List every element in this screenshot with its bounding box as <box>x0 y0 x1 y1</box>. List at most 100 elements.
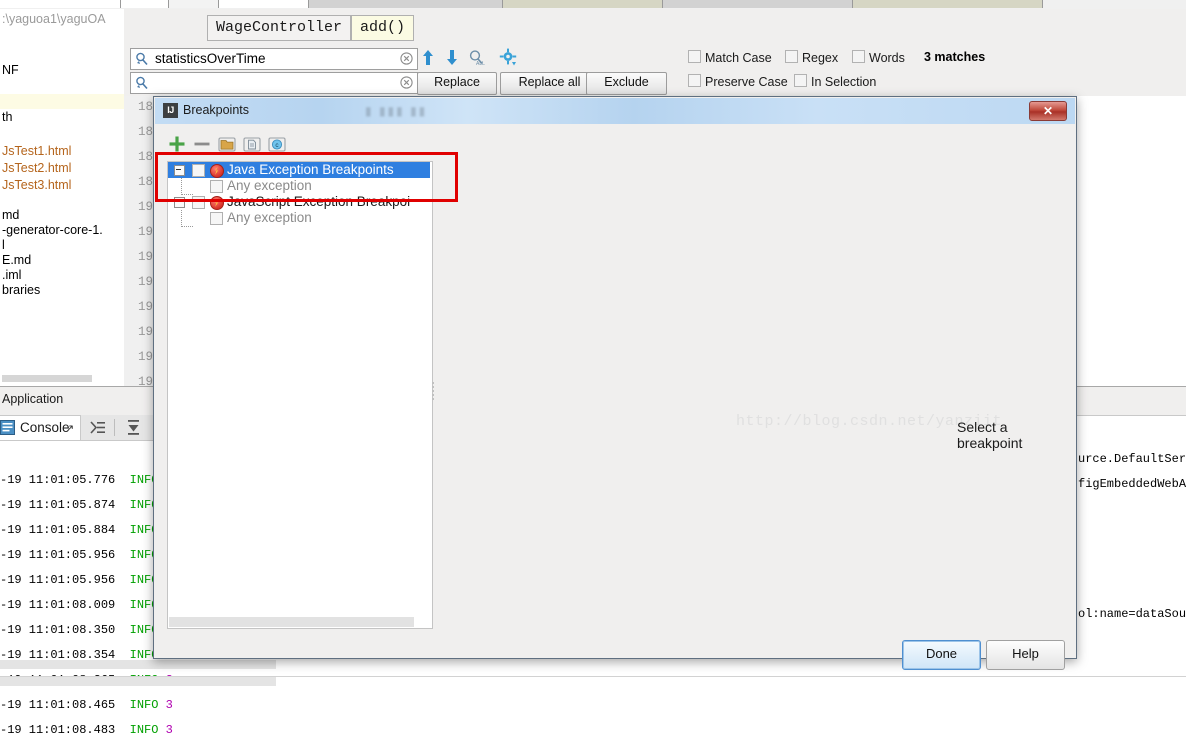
pin-tab-icon[interactable]: ↗ <box>65 422 74 435</box>
find-previous-icon[interactable] <box>420 49 436 66</box>
class-icon[interactable]: c <box>267 134 287 154</box>
expand-toggle-icon[interactable] <box>174 165 185 176</box>
in-selection-label: In Selection <box>811 75 877 89</box>
find-all-icon[interactable]: ALL <box>468 49 485 66</box>
match-count-label: 3 matches <box>924 50 986 64</box>
line-number: 19 <box>137 325 153 339</box>
console-line: -19 11:01:05.884 INFO 3 <box>0 523 173 537</box>
find-next-icon[interactable] <box>444 49 460 66</box>
clear-search-icon[interactable] <box>400 52 413 65</box>
replace-button[interactable]: Replace <box>417 72 497 95</box>
preserve-case-checkbox[interactable]: Preserve Case <box>688 74 788 90</box>
project-item[interactable]: :\yaguoa1\yaguOA <box>0 11 106 28</box>
words-checkbox[interactable]: Words <box>852 50 905 66</box>
console-line: -19 11:01:05.874 INFO 3 <box>0 498 173 512</box>
breakpoints-dialog: IJ Breakpoints ▮ ▮▮▮ ▮▮ ✕ c Java Excepti… <box>153 96 1077 670</box>
editor-tab[interactable] <box>308 0 504 8</box>
plus-icon[interactable] <box>167 134 187 154</box>
dialog-title: Breakpoints <box>183 103 250 117</box>
minus-icon[interactable] <box>192 134 212 154</box>
tree-item-label: Any exception <box>227 178 312 193</box>
tree-item-checkbox[interactable] <box>192 196 205 209</box>
project-tool-window[interactable]: :\yaguoa1\yaguOA NF th JsTest1.html JsTe… <box>0 9 125 386</box>
soft-wrap-icon[interactable] <box>89 419 106 436</box>
breakpoint-detail-pane: http://blog.csdn.net/yanziit Select a br… <box>431 161 1063 627</box>
find-replace-bar: statisticsOverTime ALL Replace Replace a… <box>124 45 1186 97</box>
replace-button-label: Replace <box>434 75 480 89</box>
breakpoints-tree[interactable]: Java Exception Breakpoints Any exception… <box>167 161 433 629</box>
scroll-to-end-icon[interactable] <box>125 419 142 436</box>
done-button[interactable]: Done <box>902 640 981 670</box>
exception-breakpoint-icon <box>210 196 224 210</box>
tree-item-label: Java Exception Breakpoints <box>227 162 394 177</box>
tree-connector <box>181 226 193 227</box>
console-line: -19 11:01:05.956 INFO 3 <box>0 548 173 562</box>
dialog-title-bar[interactable]: IJ Breakpoints ▮ ▮▮▮ ▮▮ ✕ <box>155 98 1075 125</box>
project-item[interactable]: NF <box>0 62 19 79</box>
line-number: 18 <box>137 100 153 114</box>
line-number: 19 <box>137 250 153 264</box>
dialog-body: c Java Exception Breakpoints Any excepti… <box>155 124 1075 670</box>
tree-item-checkbox[interactable] <box>192 164 205 177</box>
in-selection-checkbox[interactable]: In Selection <box>794 74 876 90</box>
replace-all-button[interactable]: Replace all <box>500 72 599 95</box>
status-bar-scroll-track[interactable] <box>0 677 276 686</box>
exception-breakpoint-icon <box>210 164 224 178</box>
close-icon[interactable]: ✕ <box>1029 101 1067 121</box>
editor-tab[interactable] <box>0 0 121 8</box>
project-horizontal-scrollbar[interactable] <box>2 375 92 382</box>
splitter-handle[interactable] <box>432 380 436 402</box>
editor-tab[interactable] <box>1042 0 1186 8</box>
line-number: 18 <box>137 125 153 139</box>
project-item[interactable]: JsTest1.html <box>0 143 71 160</box>
folder-icon[interactable] <box>217 134 237 154</box>
search-input[interactable]: statisticsOverTime <box>130 48 418 70</box>
console-horizontal-scrollbar[interactable] <box>0 660 276 669</box>
intellij-logo-icon: IJ <box>163 103 178 118</box>
project-item[interactable]: braries <box>0 282 40 299</box>
project-item[interactable]: -generator-core-1. <box>0 222 103 239</box>
console-line: -19 11:01:08.350 INFO 3 <box>0 623 173 637</box>
project-item[interactable]: JsTest2.html <box>0 160 71 177</box>
preserve-case-label: Preserve Case <box>705 75 788 89</box>
file-icon[interactable] <box>242 134 262 154</box>
tree-item-checkbox[interactable] <box>210 180 223 193</box>
replace-input[interactable] <box>130 72 418 94</box>
empty-state-label: Select a breakpoint <box>957 419 1023 451</box>
console-fragment: ol:name=dataSource, <box>1078 607 1186 621</box>
tab-console[interactable]: Console <box>0 415 74 440</box>
words-label: Words <box>869 51 905 65</box>
match-case-checkbox[interactable]: Match Case <box>688 50 772 66</box>
editor-tab[interactable] <box>120 0 170 8</box>
run-configuration-title: Application <box>2 392 64 406</box>
console-line: -19 11:01:08.465 INFO 3 <box>0 698 173 712</box>
editor-tab[interactable] <box>662 0 854 8</box>
tree-horizontal-scrollbar[interactable] <box>169 617 414 627</box>
line-number: 19 <box>137 350 153 364</box>
tree-connector <box>181 210 182 227</box>
breakpoints-toolbar: c <box>167 134 427 156</box>
checkbox-box <box>785 50 798 63</box>
checkbox-box <box>688 50 701 63</box>
project-item[interactable]: JsTest3.html <box>0 177 71 194</box>
editor-tab[interactable] <box>502 0 664 8</box>
navigation-bar: WageController add() <box>124 9 1186 46</box>
done-button-label: Done <box>925 646 958 661</box>
editor-tab[interactable] <box>168 0 220 8</box>
breadcrumb-method[interactable]: add() <box>351 15 415 41</box>
clear-replace-icon[interactable] <box>400 76 413 89</box>
tree-item-java-exception-breakpoints[interactable]: Java Exception Breakpoints <box>168 162 430 178</box>
project-item[interactable]: th <box>0 109 12 126</box>
expand-toggle-icon[interactable] <box>174 197 185 208</box>
editor-tab[interactable] <box>218 0 309 8</box>
breadcrumb-class[interactable]: WageController <box>207 15 352 41</box>
help-button[interactable]: Help <box>986 640 1065 670</box>
tree-item-checkbox[interactable] <box>210 212 223 225</box>
editor-tab[interactable] <box>852 0 1044 8</box>
find-settings-gear-icon[interactable] <box>499 48 518 67</box>
regex-checkbox[interactable]: Regex <box>785 50 838 66</box>
exclude-button[interactable]: Exclude <box>586 72 667 95</box>
tree-connector <box>181 194 193 195</box>
checkbox-box <box>688 74 701 87</box>
project-item-selected[interactable] <box>0 94 124 109</box>
